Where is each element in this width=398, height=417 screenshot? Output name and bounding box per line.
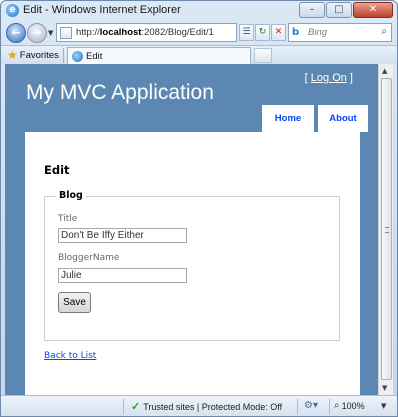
security-zone[interactable]: ✓ Trusted sites | Protected Mode: Off (131, 400, 282, 413)
minimize-button[interactable]: – (299, 2, 325, 18)
login-display: [ Log On ] (304, 72, 353, 84)
app-title: My MVC Application (26, 81, 214, 104)
compatibility-view-icon[interactable]: ☰ (239, 24, 254, 41)
navigation-bar: ← → ▼ http://localhost:2082/Blog/Edit/1 … (1, 21, 397, 45)
back-to-list-link[interactable]: Back to List (44, 351, 96, 361)
page-icon (60, 26, 72, 39)
checkmark-icon: ✓ (131, 401, 141, 413)
tab-edit[interactable]: Edit (67, 47, 251, 64)
zoom-level: 100% (341, 400, 365, 411)
bing-icon: b (292, 26, 300, 38)
log-on-link[interactable]: Log On (311, 72, 347, 84)
search-input[interactable]: Bing (308, 27, 327, 38)
forward-button[interactable]: → (27, 23, 47, 43)
search-icon[interactable]: ⌕ (381, 26, 387, 37)
scrollbar-thumb[interactable] (381, 78, 392, 380)
page-viewport: [ Log On ] My MVC Application Home About… (5, 64, 378, 395)
vertical-scrollbar[interactable]: ▲ ▼ (378, 64, 393, 395)
scroll-up-icon[interactable]: ▲ (382, 67, 387, 75)
title-input[interactable]: Don't Be Iffy Either (58, 228, 187, 243)
title-bar: e Edit - Windows Internet Explorer – □ ✕ (1, 1, 397, 21)
title-label: Title (58, 214, 78, 224)
search-box[interactable]: b Bing ⌕ (288, 23, 392, 42)
blog-fieldset: Blog Title Don't Be Iffy Either BloggerN… (44, 190, 340, 341)
maximize-button[interactable]: □ (326, 2, 352, 18)
main-menu: Home About (258, 105, 368, 132)
favorites-button[interactable]: ★ Favorites (7, 48, 59, 62)
zoom-dropdown-icon[interactable]: ▼ (381, 402, 386, 410)
save-button[interactable]: Save (58, 292, 91, 313)
page-title: Edit (44, 163, 70, 177)
ie-logo-icon: e (6, 4, 19, 17)
settings-icon[interactable]: ⚙▾ (304, 400, 318, 411)
security-zone-label: Trusted sites | Protected Mode: Off (143, 401, 283, 412)
favorites-label: Favorites (19, 49, 59, 61)
address-url[interactable]: http://localhost:2082/Blog/Edit/1 (76, 27, 214, 38)
blogger-name-input[interactable]: Julie (58, 268, 187, 283)
browser-window: e Edit - Windows Internet Explorer – □ ✕… (0, 0, 398, 417)
grip-icon (385, 227, 389, 233)
zoom-control[interactable]: ⌕ 100% (334, 400, 365, 411)
new-tab-button[interactable] (254, 48, 272, 63)
ie-tab-icon (72, 50, 83, 62)
window-controls: – □ ✕ (298, 2, 393, 18)
status-divider (123, 399, 124, 414)
status-divider (297, 399, 298, 414)
menu-tab-about[interactable]: About (318, 105, 368, 132)
favorites-bar: ★ Favorites Edit (1, 45, 397, 64)
address-bar[interactable]: http://localhost:2082/Blog/Edit/1 (56, 23, 237, 42)
status-bar: ✓ Trusted sites | Protected Mode: Off ⚙▾… (1, 395, 397, 416)
status-divider (329, 399, 330, 414)
tab-title: Edit (86, 50, 103, 62)
close-button[interactable]: ✕ (353, 2, 393, 18)
magnifier-icon: ⌕ (334, 400, 340, 411)
fieldset-legend: Blog (56, 190, 86, 201)
scroll-down-icon[interactable]: ▼ (382, 384, 387, 392)
toolbar-divider (63, 48, 64, 63)
star-icon: ★ (7, 48, 18, 62)
refresh-button[interactable]: ↻ (255, 24, 270, 41)
back-button[interactable]: ← (6, 23, 26, 43)
blogger-name-label: BloggerName (58, 253, 120, 263)
window-title: Edit - Windows Internet Explorer (23, 4, 181, 16)
menu-tab-home[interactable]: Home (262, 105, 314, 132)
stop-button[interactable]: ✕ (271, 24, 286, 41)
main-content: Edit Blog Title Don't Be Iffy Either Blo… (25, 132, 360, 395)
recent-pages-dropdown-icon[interactable]: ▼ (48, 29, 53, 37)
